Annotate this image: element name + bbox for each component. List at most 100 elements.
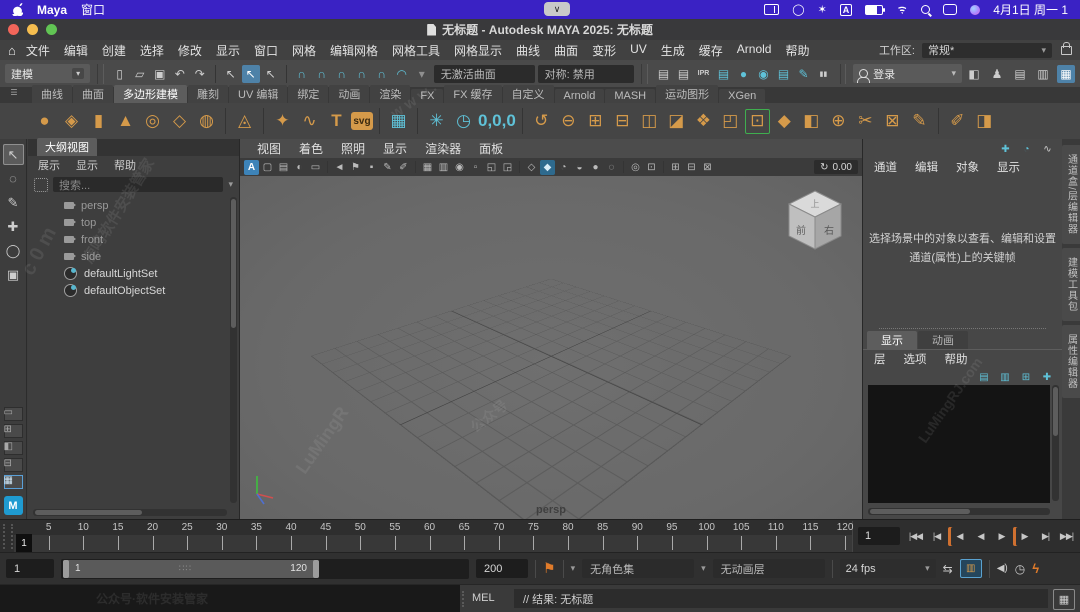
hud-toggle-icon[interactable]: ◉	[452, 160, 467, 175]
menu-选项[interactable]: 选项	[895, 351, 936, 367]
sidebar-tab-通道盒/层编辑器[interactable]: 通道盒/层编辑器	[1061, 145, 1080, 244]
shape-status-icon[interactable]: ◯	[792, 3, 804, 16]
minimize-window-button[interactable]	[27, 24, 38, 35]
play-forwards-icon[interactable]: ▶	[992, 527, 1011, 546]
menu-帮助[interactable]: 帮助	[936, 351, 977, 367]
origin-zero-icon[interactable]: 0,0,0	[478, 109, 516, 134]
active-surface-field[interactable]: 无激活曲面	[433, 64, 535, 83]
move-tool-icon[interactable]: ✚	[3, 216, 24, 237]
select-component-icon[interactable]: ↖	[262, 65, 280, 83]
wifi-icon[interactable]	[896, 5, 909, 14]
search-icon[interactable]	[921, 5, 931, 14]
snap-to-grid-icon[interactable]: ∩	[293, 65, 311, 83]
render-view-sphere-icon[interactable]: ●	[735, 65, 753, 83]
separate-icon[interactable]: ⊟	[610, 109, 635, 134]
render-current-frame-icon[interactable]: ▤	[675, 65, 693, 83]
camera-select-a-icon[interactable]: A	[244, 159, 259, 175]
symmetry-field[interactable]: 对称: 禁用	[537, 64, 634, 83]
menu-网格[interactable]: 网格	[285, 42, 323, 59]
motion-blur-icon[interactable]: ◌	[604, 160, 619, 175]
snap-to-projected-center-icon[interactable]: ∩	[353, 65, 371, 83]
snap-to-point-icon[interactable]: ∩	[333, 65, 351, 83]
rotate-tool-icon[interactable]: ◯	[3, 240, 24, 261]
extrude-icon[interactable]: ⊡	[745, 109, 770, 134]
gate-mask-icon[interactable]: ▭	[308, 160, 323, 175]
tab-动画[interactable]: 动画	[329, 85, 370, 103]
input-source-icon[interactable]: A	[839, 3, 853, 16]
tab-运动图形[interactable]: 运动图形	[656, 85, 719, 103]
attribute-editor-toggle-icon[interactable]: ▤	[1011, 65, 1029, 83]
film-gate-icon[interactable]: ▤	[276, 160, 291, 175]
menu-显示[interactable]: 显示	[988, 159, 1029, 175]
menubar-chevron-button[interactable]: ∨	[544, 2, 570, 16]
menu-UV[interactable]: UV	[623, 42, 654, 59]
chevron-down-icon[interactable]: ▾	[571, 563, 576, 574]
ipr-render-icon[interactable]: IPR	[695, 65, 713, 83]
bird-app-icon[interactable]: ✶	[818, 3, 827, 16]
view-guides-icon[interactable]: ▢	[260, 160, 275, 175]
smooth-icon[interactable]: ❖	[691, 109, 716, 134]
bridge-icon[interactable]: ◧	[799, 109, 824, 134]
tab-绑定[interactable]: 绑定	[288, 85, 329, 103]
create-layer-from-selected-icon[interactable]: ✚	[1040, 370, 1054, 384]
command-grip[interactable]	[462, 591, 468, 607]
workspace-lock-icon[interactable]	[1061, 41, 1072, 55]
menu-曲线[interactable]: 曲线	[509, 42, 547, 59]
menu-通道[interactable]: 通道	[865, 159, 906, 175]
menu-编辑[interactable]: 编辑	[57, 42, 95, 59]
snapshot-paste-icon[interactable]: ⊟	[684, 160, 699, 175]
poly-torus-icon[interactable]: ◎	[140, 109, 165, 134]
mel-toggle[interactable]: MEL	[472, 592, 495, 604]
redo-icon[interactable]: ↷	[191, 65, 209, 83]
select-tool-icon[interactable]: ↖	[2, 144, 24, 165]
outliner-tab[interactable]: 大纲视图	[37, 138, 97, 156]
save-scene-icon[interactable]: ▣	[151, 65, 169, 83]
siri-icon[interactable]	[970, 4, 981, 15]
step-back-key-icon[interactable]: ◀	[948, 527, 969, 546]
circularize-icon[interactable]: ⊕	[826, 109, 851, 134]
construction-plane-icon[interactable]: ✳	[424, 109, 449, 134]
multi-cut-icon[interactable]: ✂	[853, 109, 878, 134]
animation-start-field[interactable]: 1	[6, 559, 54, 578]
menu-层[interactable]: 层	[865, 351, 895, 367]
chevron-down-icon[interactable]: ▾	[228, 179, 233, 190]
menu-文件[interactable]: 文件	[19, 42, 57, 59]
booleans-icon[interactable]: ⊖	[556, 109, 581, 134]
speed-ramp-icon[interactable]: ◔	[1020, 143, 1033, 156]
svg-tool-icon[interactable]: svg	[351, 112, 373, 130]
outliner-item-side[interactable]: side	[28, 248, 229, 265]
toolbar-grip[interactable]	[640, 63, 648, 84]
paint-effects-icon[interactable]: ✎	[795, 65, 813, 83]
append-polygon-icon[interactable]: ◰	[718, 109, 743, 134]
tab-UV 编辑[interactable]: UV 编辑	[229, 85, 288, 103]
axis-toggle-icon[interactable]: ▫	[468, 160, 483, 175]
pause-viewport-icon[interactable]: ▮▮	[815, 65, 833, 83]
menu-创建[interactable]: 创建	[95, 42, 133, 59]
menu-帮助[interactable]: 帮助	[106, 157, 144, 173]
shelf-menu-icon[interactable]: ☰	[10, 88, 17, 97]
home-icon[interactable]: ⌂	[8, 43, 16, 58]
image-plane-icon[interactable]: ✎	[380, 160, 395, 175]
mirror-icon[interactable]: ↺	[529, 109, 554, 134]
evaluation-runner-icon[interactable]: ϟ	[1032, 561, 1039, 576]
toolbar-grip[interactable]	[97, 63, 104, 84]
snap-options-icon[interactable]: ▾	[413, 65, 431, 83]
curve-swirl-icon[interactable]: ∿	[297, 109, 322, 134]
scale-tool-icon[interactable]: ▣	[3, 264, 24, 285]
layout-four-pane-icon[interactable]: ⊞	[3, 424, 23, 438]
sidebar-tab-属性编辑器[interactable]: 属性编辑器	[1061, 324, 1080, 398]
go-to-end-icon[interactable]: ▶▶|	[1057, 527, 1076, 546]
toolbar-grip[interactable]	[839, 63, 847, 84]
paint-select-tool-icon[interactable]: ✎	[3, 192, 24, 213]
layout-persp-outliner-icon[interactable]: ◧	[3, 441, 23, 455]
undo-icon[interactable]: ↶	[171, 65, 189, 83]
menu-渲染器[interactable]: 渲染器	[416, 140, 470, 157]
film-gate-2-icon[interactable]: ▥	[436, 160, 451, 175]
frame-all-icon[interactable]: ◱	[484, 160, 499, 175]
make-live-icon[interactable]: ◠	[393, 65, 411, 83]
sound-icon[interactable]: ◀)	[997, 563, 1008, 574]
select-hierarchy-icon[interactable]: ↖	[222, 65, 240, 83]
view-cube[interactable]: 上 前 右	[784, 189, 846, 256]
poly-plane-icon[interactable]: ◇	[167, 109, 192, 134]
bookmark-icon[interactable]: ⚑	[543, 560, 556, 577]
